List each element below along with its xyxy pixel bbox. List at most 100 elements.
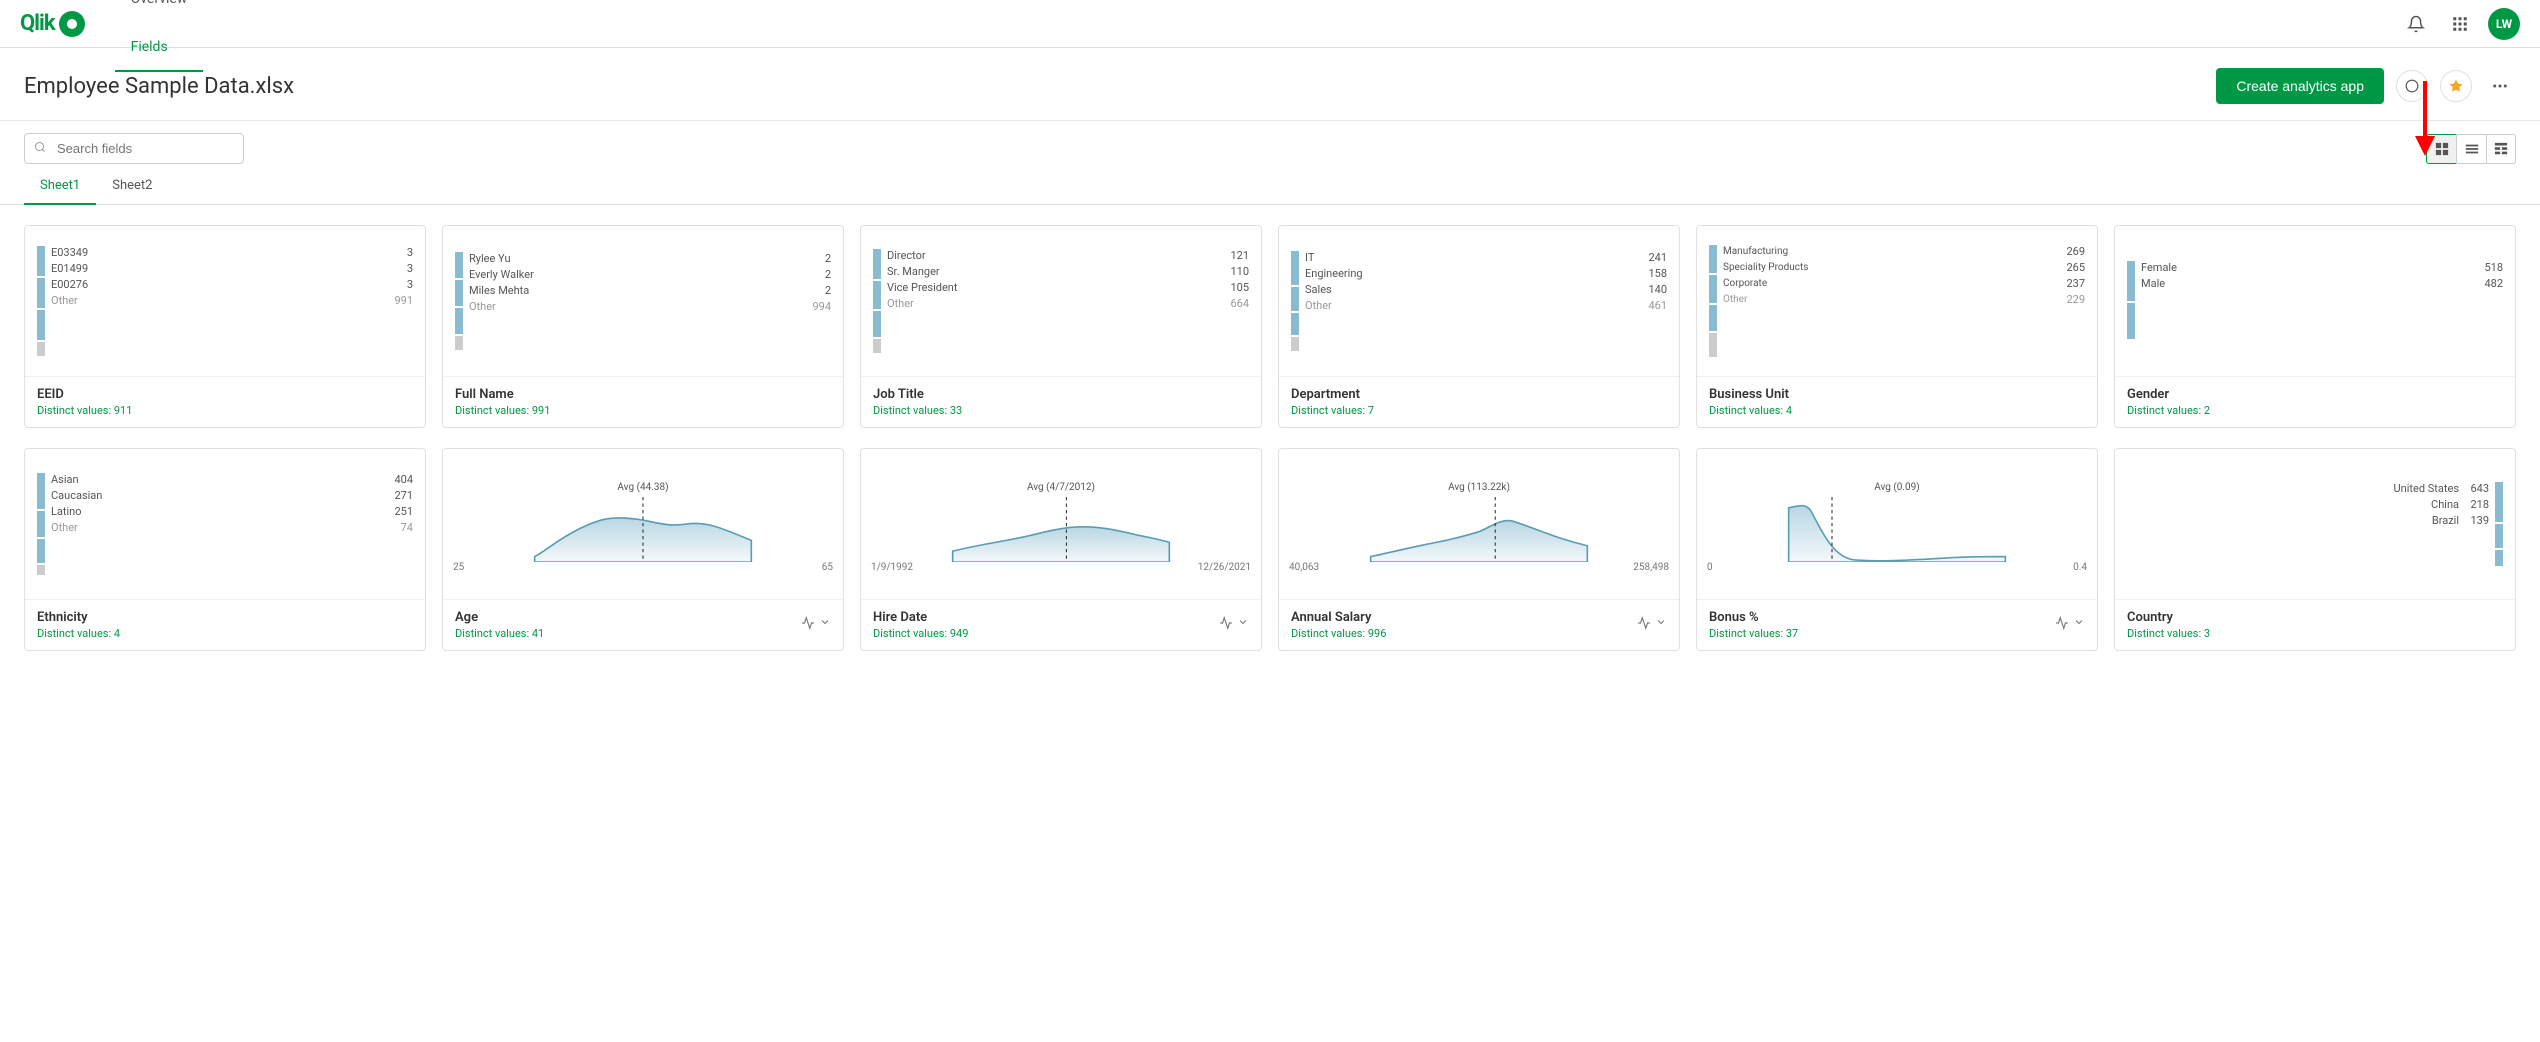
card-ethnicity-distinct: Distinct values: 4 xyxy=(37,627,413,640)
card-jobtitle-body: Director121 Sr. Manger110 Vice President… xyxy=(861,226,1261,376)
page-header: Employee Sample Data.xlsx Create analyti… xyxy=(0,48,2540,121)
card-gender-title: Gender xyxy=(2127,387,2503,402)
card-age-icons xyxy=(801,616,831,634)
card-age-body: Avg (44.38) 25 65 xyxy=(443,449,843,599)
card-age-title: Age xyxy=(455,610,544,625)
page-title: Employee Sample Data.xlsx xyxy=(24,74,294,99)
chart-icon[interactable] xyxy=(801,616,815,634)
card-hiredate-body: Avg (4/7/2012) 1/9/1992 12/26/2021 xyxy=(861,449,1261,599)
page-header-actions: Create analytics app xyxy=(2216,68,2516,104)
card-fullname: Rylee Yu2 Everly Walker2 Miles Mehta2 Ot… xyxy=(442,225,844,428)
card-age-axis: 25 65 xyxy=(453,562,833,573)
table-view-button[interactable] xyxy=(2486,134,2516,164)
card-businessunit-footer: Business Unit Distinct values: 4 xyxy=(1697,376,2097,427)
card-hiredate-icons xyxy=(1219,616,1249,634)
tab-sheet1[interactable]: Sheet1 xyxy=(24,168,96,205)
card-bonus-distinct: Distinct values: 37 xyxy=(1709,627,1798,640)
create-analytics-button[interactable]: Create analytics app xyxy=(2216,68,2384,104)
card-eeid-distinct: Distinct values: 911 xyxy=(37,404,413,417)
card-country: United States643 China218 Brazil139 Coun… xyxy=(2114,448,2516,651)
card-bonus-avg: Avg (0.09) xyxy=(1707,482,2087,493)
card-bonus-body: Avg (0.09) 0 0.4 xyxy=(1697,449,2097,599)
card-businessunit-distinct: Distinct values: 4 xyxy=(1709,404,2085,417)
search-icon xyxy=(34,141,46,157)
card-ethnicity: Asian404 Caucasian271 Latino251 Other74 … xyxy=(24,448,426,651)
apps-icon[interactable] xyxy=(2444,8,2476,40)
card-age-avg: Avg (44.38) xyxy=(453,482,833,493)
card-salary-distinct: Distinct values: 996 xyxy=(1291,627,1386,640)
card-bonus-title: Bonus % xyxy=(1709,610,1798,625)
card-businessunit: Manufacturing269 Speciality Products265 … xyxy=(1696,225,2098,428)
card-department-title: Department xyxy=(1291,387,1667,402)
card-jobtitle-distinct: Distinct values: 33 xyxy=(873,404,1249,417)
card-businessunit-title: Business Unit xyxy=(1709,387,2085,402)
card-hiredate-distinct: Distinct values: 949 xyxy=(873,627,968,640)
logo-icon xyxy=(59,11,85,37)
more-options-button[interactable] xyxy=(2484,70,2516,102)
card-gender-body: Female518 Male482 xyxy=(2115,226,2515,376)
chart-icon[interactable] xyxy=(1637,616,1651,634)
card-fullname-body: Rylee Yu2 Everly Walker2 Miles Mehta2 Ot… xyxy=(443,226,843,376)
logo-text: Qlik xyxy=(20,11,55,36)
search-input[interactable] xyxy=(24,133,244,164)
chevron-down-icon[interactable] xyxy=(1655,616,1667,634)
age-chart xyxy=(453,497,833,562)
card-bonus: Avg (0.09) 0 0.4 Bonus % D xyxy=(1696,448,2098,651)
card-age-footer: Age Distinct values: 41 xyxy=(443,599,843,650)
card-eeid-body: E033493 E014993 E002763 Other991 xyxy=(25,226,425,376)
card-gender-footer: Gender Distinct values: 2 xyxy=(2115,376,2515,427)
chevron-down-icon[interactable] xyxy=(2073,616,2085,634)
list-view-button[interactable] xyxy=(2456,134,2486,164)
card-gender: Female518 Male482 Gender Distinct values… xyxy=(2114,225,2516,428)
card-salary-axis: 40,063 258,498 xyxy=(1289,562,1669,573)
salary-chart xyxy=(1289,497,1669,562)
card-bonus-icons xyxy=(2055,616,2085,634)
chevron-down-icon[interactable] xyxy=(819,616,831,634)
card-bonus-axis: 0 0.4 xyxy=(1707,562,2087,573)
card-country-footer: Country Distinct values: 3 xyxy=(2115,599,2515,650)
card-hiredate-footer: Hire Date Distinct values: 949 xyxy=(861,599,1261,650)
logo[interactable]: Qlik xyxy=(20,11,85,37)
card-ethnicity-body: Asian404 Caucasian271 Latino251 Other74 xyxy=(25,449,425,599)
user-avatar[interactable]: LW xyxy=(2488,8,2520,40)
card-salary-title: Annual Salary xyxy=(1291,610,1386,625)
nav-fields[interactable]: Fields xyxy=(115,24,204,72)
card-eeid-footer: EEID Distinct values: 911 xyxy=(25,376,425,427)
tab-sheet2[interactable]: Sheet2 xyxy=(96,168,168,205)
app-header: Qlik Overview Fields LW xyxy=(0,0,2540,48)
chevron-down-icon[interactable] xyxy=(1237,616,1249,634)
card-ethnicity-title: Ethnicity xyxy=(37,610,413,625)
card-eeid-title: EEID xyxy=(37,387,413,402)
card-gender-distinct: Distinct values: 2 xyxy=(2127,404,2503,417)
card-hiredate-axis: 1/9/1992 12/26/2021 xyxy=(871,562,1251,573)
bonus-chart xyxy=(1707,497,2087,562)
cards-row2: Asian404 Caucasian271 Latino251 Other74 … xyxy=(0,448,2540,671)
chart-icon[interactable] xyxy=(1219,616,1233,634)
card-country-body: United States643 China218 Brazil139 xyxy=(2115,449,2515,599)
card-businessunit-body: Manufacturing269 Speciality Products265 … xyxy=(1697,226,2097,376)
card-hiredate-avg: Avg (4/7/2012) xyxy=(871,482,1251,493)
card-fullname-title: Full Name xyxy=(455,387,831,402)
card-country-title: Country xyxy=(2127,610,2503,625)
card-salary-avg: Avg (113.22k) xyxy=(1289,482,1669,493)
nav-overview[interactable]: Overview xyxy=(115,0,204,24)
notification-icon[interactable] xyxy=(2400,8,2432,40)
card-salary-icons xyxy=(1637,616,1667,634)
card-department: IT241 Engineering158 Sales140 Other461 D… xyxy=(1278,225,1680,428)
card-hiredate: Avg (4/7/2012) 1/9/1992 12/26/2021 H xyxy=(860,448,1262,651)
sheet-tabs: Sheet1 Sheet2 xyxy=(0,168,2540,205)
card-ethnicity-footer: Ethnicity Distinct values: 4 xyxy=(25,599,425,650)
search-wrapper xyxy=(24,133,244,164)
card-salary-footer: Annual Salary Distinct values: 996 xyxy=(1279,599,1679,650)
card-jobtitle-footer: Job Title Distinct values: 33 xyxy=(861,376,1261,427)
card-department-distinct: Distinct values: 7 xyxy=(1291,404,1667,417)
card-hiredate-title: Hire Date xyxy=(873,610,968,625)
main-nav: Overview Fields xyxy=(115,0,204,72)
card-fullname-footer: Full Name Distinct values: 991 xyxy=(443,376,843,427)
red-arrow xyxy=(2405,81,2445,165)
header-right: LW xyxy=(2400,8,2520,40)
card-department-body: IT241 Engineering158 Sales140 Other461 xyxy=(1279,226,1679,376)
card-jobtitle-title: Job Title xyxy=(873,387,1249,402)
card-country-distinct: Distinct values: 3 xyxy=(2127,627,2503,640)
chart-icon[interactable] xyxy=(2055,616,2069,634)
